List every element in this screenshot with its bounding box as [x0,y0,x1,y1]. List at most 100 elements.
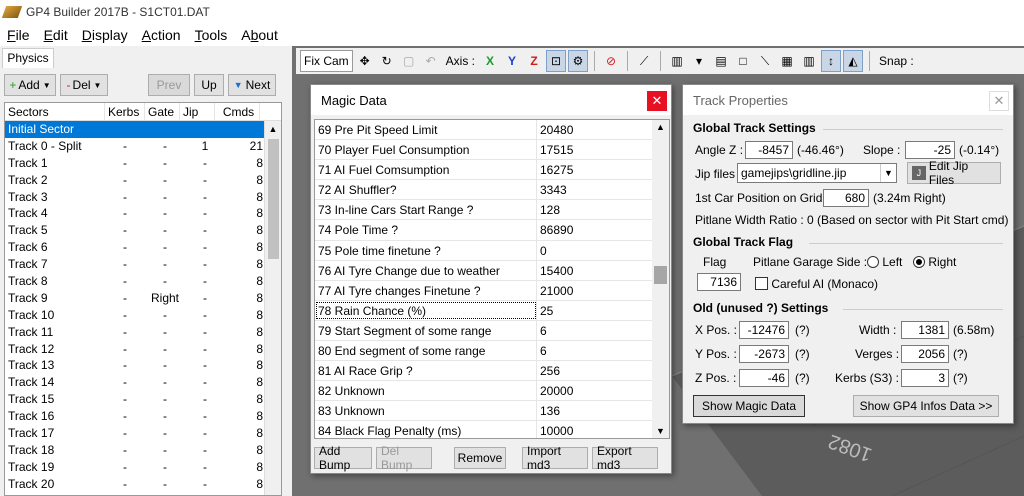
xpos-input[interactable]: -12476 [739,321,789,339]
move-icon[interactable]: ✥ [355,50,375,72]
column-jip[interactable]: Jip [180,103,215,120]
del-button[interactable]: - Del ▼ [60,74,108,96]
sector-row[interactable]: Initial Sector [5,121,281,138]
column-sectors[interactable]: Sectors [5,103,105,120]
radio-right[interactable] [913,256,925,268]
sector-row[interactable]: Track 3 - - - 8 [5,189,281,206]
sector-row[interactable]: Track 14 - - - 8 [5,374,281,391]
sector-scrollbar[interactable]: ▲ [264,121,281,495]
magic-cell-value[interactable]: 15400 [537,261,669,280]
sector-row[interactable]: Track 17 - - - 8 [5,425,281,442]
radio-left[interactable] [867,256,879,268]
menu-item[interactable]: File [0,27,37,43]
menu-item[interactable]: Action [135,27,188,43]
magic-cell-value[interactable]: 25 [537,301,669,320]
garage-left-radio[interactable]: Left [867,255,902,269]
magic-cell-value[interactable]: 6 [537,341,669,360]
terrain-icon[interactable]: ◭ [843,50,864,72]
layers-icon[interactable]: ▦ [777,50,797,72]
sector-row[interactable]: Track 18 - - - 8 [5,442,281,459]
add-bump-button[interactable]: Add Bump [314,444,372,472]
undo-icon[interactable]: ↶ [421,50,441,72]
scroll-thumb[interactable] [654,266,667,284]
axis-z-button[interactable]: Z [524,50,544,72]
menu-item[interactable]: Tools [188,27,235,43]
chart-icon[interactable]: ⟋ [634,50,654,72]
sector-list[interactable]: Sectors Kerbs Gate Jip Cmds Initial Sect… [4,102,282,496]
no-display-icon[interactable]: ⊘ [601,50,621,72]
zpos-input[interactable]: -46 [739,369,789,387]
edit-jip-files-button[interactable]: J Edit Jip Files [907,159,1001,187]
scroll-down-icon[interactable]: ▼ [652,424,669,438]
first-car-input[interactable]: 680 [823,189,869,207]
magic-cell-value[interactable]: 20000 [537,381,669,400]
sector-row[interactable]: Track 15 - - - 8 [5,391,281,408]
sector-row[interactable]: Track 16 - - - 8 [5,408,281,425]
sector-row[interactable]: Track 2 - - - 8 [5,172,281,189]
vertical-arrows-icon[interactable]: ↕ [821,50,842,72]
sector-row[interactable]: Track 4 - - - 8 [5,205,281,222]
fix-cam-button[interactable]: Fix Cam [300,50,353,72]
close-icon[interactable]: ✕ [647,91,667,111]
sector-row[interactable]: Track 13 - - - 8 [5,357,281,374]
frame-icon[interactable]: ▢ [399,50,419,72]
next-button[interactable]: ▼ Next [228,74,276,96]
scroll-up-icon[interactable]: ▲ [652,120,669,134]
magic-dialog-titlebar[interactable]: Magic Data ✕ [311,85,671,115]
import-md3-button[interactable]: Import md3 [522,444,588,472]
magic-cell-value[interactable]: 21000 [537,281,669,300]
sector-row[interactable]: Track 6 - - - 8 [5,239,281,256]
settings-icon[interactable]: ⚙ [568,50,589,72]
rotate-icon[interactable]: ↻ [377,50,397,72]
magic-row[interactable]: 75 Pole time finetune ? 0 [315,240,669,261]
width-input[interactable]: 1381 [901,321,949,339]
magic-row[interactable]: 70 Player Fuel Consumption 17515 [315,140,669,161]
scroll-thumb[interactable] [268,139,279,259]
magic-row[interactable]: 84 Black Flag Penalty (ms) 10000 [315,421,669,438]
angle-input[interactable]: -8457 [745,141,793,159]
menu-item[interactable]: Display [75,27,135,43]
del-bump-button[interactable]: Del Bump [376,444,432,472]
magic-row[interactable]: 71 AI Fuel Comsumption 16275 [315,160,669,181]
sector-row[interactable]: Track 19 - - - 8 [5,459,281,476]
magic-row[interactable]: 73 In-line Cars Start Range ? 128 [315,200,669,221]
verges-input[interactable]: 2056 [901,345,949,363]
magic-cell-value[interactable]: 3343 [537,180,669,199]
show-gp4-infos-button[interactable]: Show GP4 Infos Data >> [853,395,999,417]
square-icon[interactable]: □ [733,50,753,72]
magic-cell-value[interactable]: 0 [537,241,669,260]
show-magic-data-button[interactable]: Show Magic Data [693,395,805,417]
magic-row[interactable]: 69 Pre Pit Speed Limit 20480 [315,120,669,141]
track-dialog-titlebar[interactable]: Track Properties ✕ [683,85,1013,115]
panel-icon[interactable]: ▥ [799,50,819,72]
magic-row[interactable]: 81 AI Race Grip ? 256 [315,361,669,382]
magic-cell-value[interactable]: 256 [537,361,669,380]
jip-files-select[interactable]: gamejips\gridline.jip ▼ [737,163,897,183]
axis-y-button[interactable]: Y [502,50,522,72]
lock-axis-icon[interactable]: ⊡ [546,50,567,72]
magic-row[interactable]: 78 Rain Chance (%) 25 [315,300,669,321]
close-icon[interactable]: ✕ [989,91,1009,111]
magic-cell-value[interactable]: 16275 [537,160,669,179]
slope-input[interactable]: -25 [905,141,955,159]
flag-input[interactable]: 7136 [697,273,741,291]
sector-row[interactable]: Track 7 - - - 8 [5,256,281,273]
magic-row[interactable]: 82 Unknown 20000 [315,381,669,402]
magic-scrollbar[interactable]: ▲ ▼ [652,120,669,438]
magic-row[interactable]: 72 AI Shuffler? 3343 [315,180,669,201]
checkbox-careful-ai[interactable] [755,277,768,290]
column-kerbs[interactable]: Kerbs [105,103,145,120]
prev-button[interactable]: Prev [148,74,190,96]
bars-icon[interactable]: ▥ [667,50,687,72]
magic-row[interactable]: 79 Start Segment of some range 6 [315,320,669,342]
ypos-input[interactable]: -2673 [739,345,789,363]
magic-row[interactable]: 83 Unknown 136 [315,401,669,422]
sector-row[interactable]: Track 11 - - - 8 [5,324,281,341]
sector-row[interactable]: Track 12 - - - 8 [5,341,281,358]
kerbs-input[interactable]: 3 [901,369,949,387]
sector-row[interactable]: Track 0 - Split - - 1 21 [5,138,281,155]
sector-row[interactable]: Track 8 - - - 8 [5,273,281,290]
magic-row[interactable]: 74 Pole Time ? 86890 [315,220,669,241]
add-button[interactable]: + Add ▼ [4,74,56,96]
sector-row[interactable]: Track 20 - - - 8 [5,476,281,493]
